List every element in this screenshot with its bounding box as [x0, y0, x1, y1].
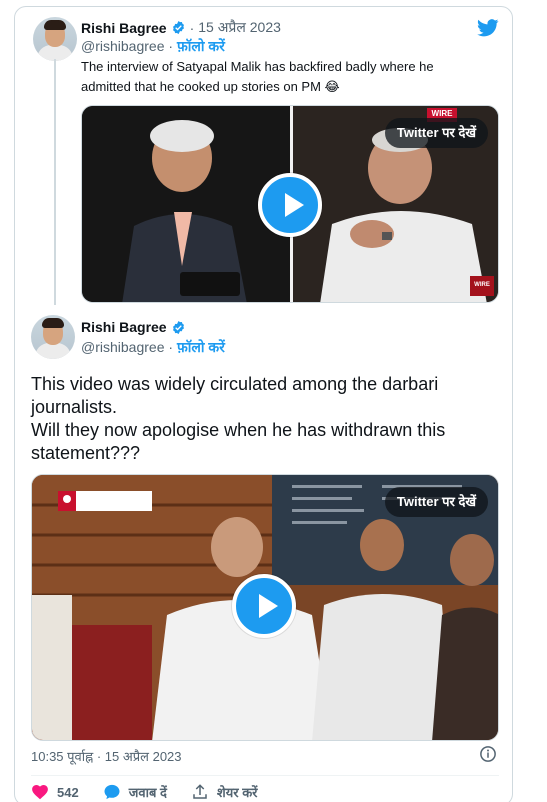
view-on-twitter-button[interactable]: Twitter पर देखें — [384, 487, 488, 517]
play-icon[interactable] — [258, 173, 322, 237]
share-label: शेयर करें — [216, 785, 258, 800]
author-name[interactable]: Rishi Bagree — [81, 20, 167, 36]
video-thumbnail[interactable]: WIRE WIRE Twitter पर देखें — [81, 105, 499, 303]
share-icon — [193, 784, 207, 799]
divider — [31, 775, 499, 776]
author-name[interactable]: Rishi Bagree — [81, 319, 167, 335]
view-on-twitter-button[interactable]: Twitter पर देखें — [384, 118, 488, 148]
author-handle[interactable]: @rishibagree — [81, 339, 164, 355]
tweet-actions: 542 जवाब दें शेयर करें — [31, 783, 258, 801]
tweet-timestamp[interactable]: 10:35 पूर्वाह्न · 15 अप्रैल 2023 — [31, 747, 182, 765]
embedded-tweet-card: Rishi Bagree · 15 अप्रैल 2023 @rishibagr… — [14, 6, 513, 802]
thread-connector — [54, 59, 56, 305]
tweet-text-line: journalists. — [31, 397, 118, 417]
verified-badge-icon — [172, 320, 184, 334]
tweet-text-line: statement??? — [31, 443, 141, 463]
video-thumbnail[interactable]: Twitter पर देखें — [31, 474, 499, 741]
tweet-text: The interview of Satyapal Malik has back… — [81, 57, 496, 97]
like-button[interactable]: 542 — [31, 783, 79, 801]
reply-label: जवाब दें — [128, 785, 167, 800]
avatar[interactable] — [31, 315, 75, 359]
author-handle[interactable]: @rishibagree — [81, 38, 164, 54]
tweet-text: This video was widely circulated among t… — [31, 373, 501, 465]
tweet-date[interactable]: 15 अप्रैल 2023 — [198, 18, 281, 37]
author-row: Rishi Bagree — [81, 319, 186, 335]
follow-button[interactable]: फ़ॉलो करें — [177, 38, 225, 54]
play-icon[interactable] — [232, 574, 296, 638]
handle-row: @rishibagree · फ़ॉलो करें — [81, 338, 225, 357]
tweet-text-line: Will they now apologise when he has with… — [31, 420, 446, 440]
like-count: 542 — [57, 784, 79, 800]
watermark-logo: WIRE — [431, 109, 453, 118]
handle-row: @rishibagree · फ़ॉलो करें — [81, 37, 225, 56]
watermark-logo: WIRE — [474, 282, 490, 288]
tweet-text-line: This video was widely circulated among t… — [31, 374, 439, 394]
heart-icon — [32, 784, 48, 800]
separator-dot: · — [189, 19, 195, 36]
verified-badge-icon — [172, 20, 184, 35]
share-button[interactable]: शेयर करें — [191, 783, 258, 801]
reply-bubble-icon — [104, 784, 120, 800]
reply-button[interactable]: जवाब दें — [103, 783, 167, 801]
separator-dot: · — [168, 38, 177, 54]
twitter-bird-icon[interactable] — [477, 19, 499, 37]
separator-dot: · — [168, 339, 177, 355]
author-row: Rishi Bagree · 15 अप्रैल 2023 — [81, 18, 281, 37]
avatar[interactable] — [33, 17, 77, 61]
follow-button[interactable]: फ़ॉलो करें — [177, 339, 225, 355]
tweet-text-line: The interview of Satyapal Malik has back… — [81, 59, 434, 74]
info-icon[interactable] — [479, 745, 497, 763]
tweet-text-line: admitted that he cooked up stories on PM… — [81, 79, 340, 94]
